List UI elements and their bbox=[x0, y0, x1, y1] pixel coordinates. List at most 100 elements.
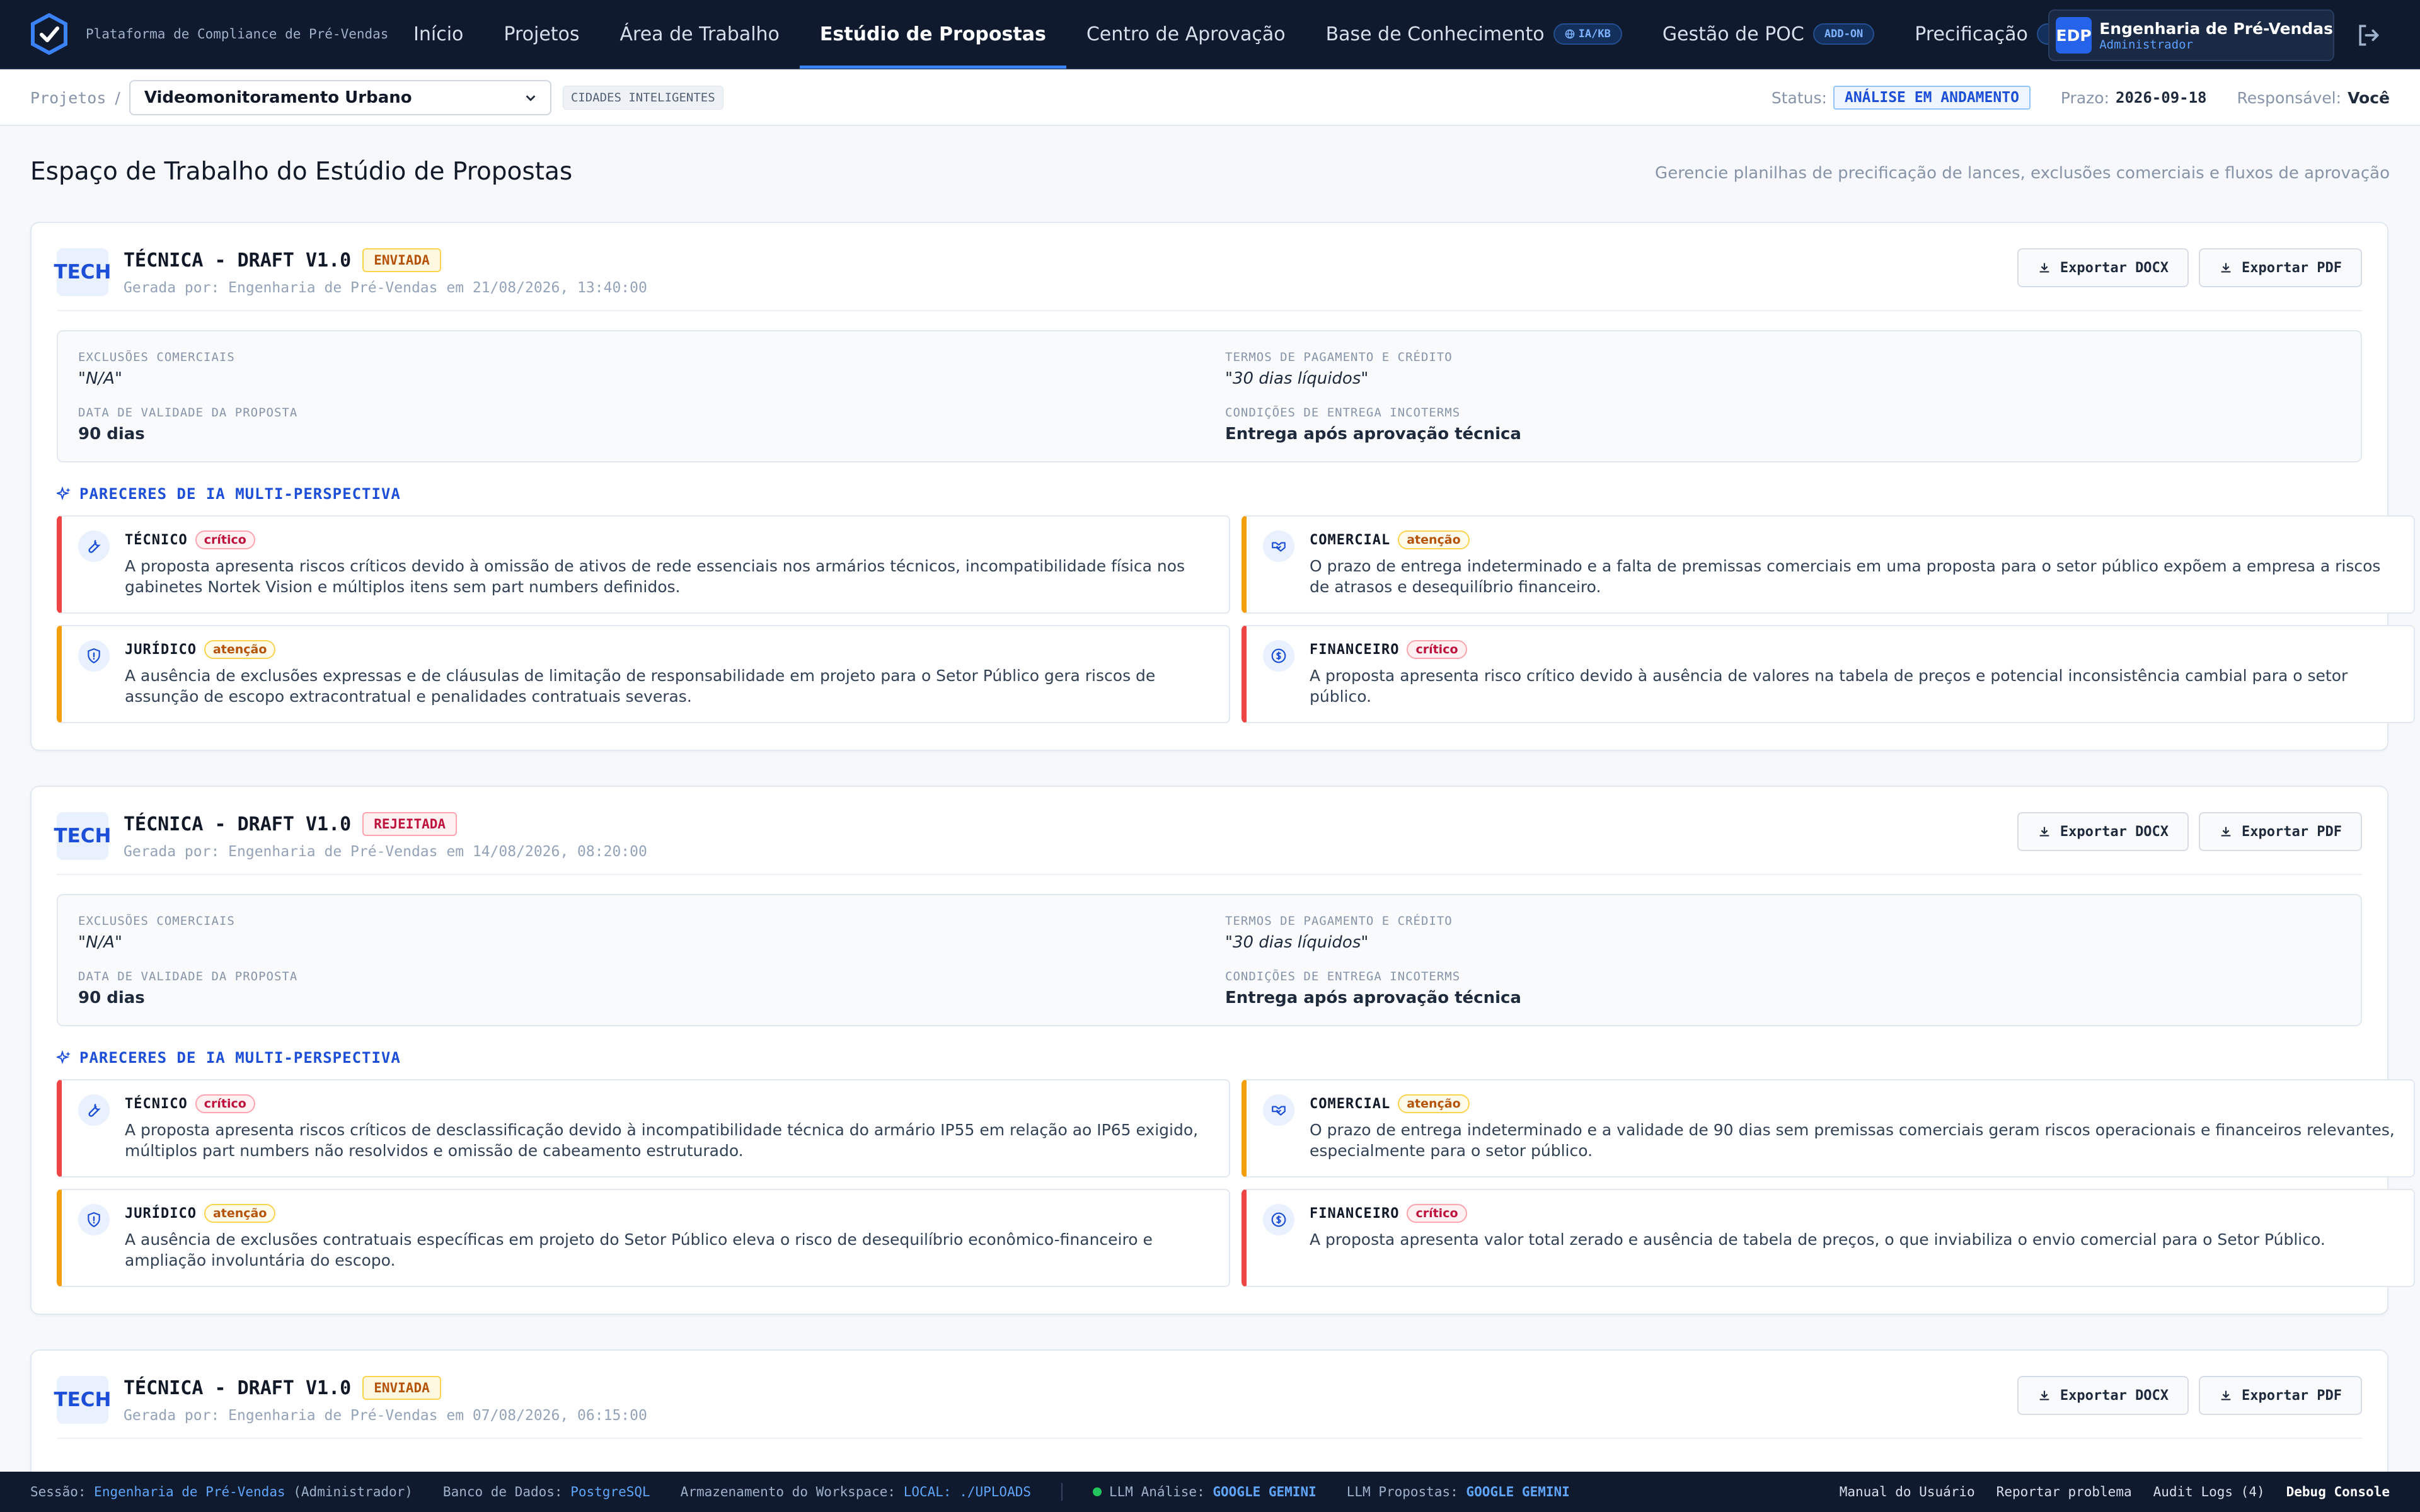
nav-item-estudio-de-propostas[interactable]: Estúdio de Propostas bbox=[799, 0, 1066, 69]
globe-icon bbox=[1565, 29, 1574, 39]
brand: Plataforma de Compliance de Pré-Vendas bbox=[30, 13, 388, 55]
validity-label: DATA DE VALIDADE DA PROPOSTA bbox=[78, 970, 298, 983]
opinion-text: A proposta apresenta risco crítico devid… bbox=[1310, 667, 2348, 706]
delivery-value: Entrega após aprovação técnica bbox=[1225, 425, 1521, 444]
nav-label: Base de Conhecimento bbox=[1325, 23, 1545, 45]
ai-opinions-title: PARECERES DE IA MULTI-PERSPECTIVA bbox=[79, 485, 401, 503]
project-select[interactable]: Videomonitoramento Urbano bbox=[129, 80, 551, 115]
validity-label: DATA DE VALIDADE DA PROPOSTA bbox=[78, 406, 298, 420]
user-name: Engenharia de Pré-Vendas bbox=[2099, 19, 2333, 38]
nav-item-base-de-conhecimento[interactable]: Base de Conhecimento IA/KB bbox=[1306, 0, 1642, 69]
dollar-icon bbox=[1263, 1204, 1294, 1235]
nav-label: Início bbox=[413, 23, 464, 45]
nav-label: Estúdio de Propostas bbox=[819, 23, 1046, 45]
opinion-tecnico: TÉCNICO crítico A proposta apresenta ris… bbox=[57, 1079, 1230, 1177]
delivery-label: CONDIÇÕES DE ENTREGA INCOTERMS bbox=[1225, 970, 1461, 983]
opinion-area: JURÍDICO bbox=[125, 1205, 197, 1222]
export-docx-button[interactable]: Exportar DOCX bbox=[2017, 1376, 2189, 1415]
delivery-label: CONDIÇÕES DE ENTREGA INCOTERMS bbox=[1225, 406, 1461, 420]
session-info: Sessão: Engenharia de Pré-Vendas (Admini… bbox=[30, 1484, 413, 1499]
opinion-juridico: JURÍDICO atenção A ausência de exclusões… bbox=[57, 1189, 1230, 1287]
shield-icon bbox=[78, 1204, 110, 1235]
project-meta: Status: ANÁLISE EM ANDAMENTO Prazo: 2026… bbox=[1772, 86, 2390, 110]
logout-icon[interactable] bbox=[2354, 21, 2382, 49]
nav-label: Precificação bbox=[1915, 23, 2028, 45]
export-pdf-label: Exportar PDF bbox=[2242, 260, 2342, 276]
nav-item-gestao-de-poc[interactable]: Gestão de POC ADD-ON bbox=[1642, 0, 1894, 69]
export-docx-button[interactable]: Exportar DOCX bbox=[2017, 248, 2189, 287]
page-title: Espaço de Trabalho do Estúdio de Propost… bbox=[30, 158, 573, 186]
sparkles-icon bbox=[57, 486, 71, 501]
export-docx-label: Exportar DOCX bbox=[2060, 260, 2169, 276]
opinion-text: A proposta apresenta riscos críticos dev… bbox=[125, 557, 1185, 596]
ai-opinions-heading: PARECERES DE IA MULTI-PERSPECTIVA bbox=[57, 485, 2362, 503]
page-description: Gerencie planilhas de precificação de la… bbox=[1655, 164, 2390, 183]
opinion-financeiro: FINANCEIRO crítico A proposta apresenta … bbox=[1242, 625, 2415, 723]
llm-analysis-info: LLM Análise: GOOGLE GEMINI bbox=[1109, 1484, 1317, 1499]
opinion-comercial: COMERCIAL atenção O prazo de entrega ind… bbox=[1242, 515, 2415, 614]
footer-links: Manual do Usuário Reportar problema Audi… bbox=[1840, 1484, 2390, 1499]
export-docx-button[interactable]: Exportar DOCX bbox=[2017, 812, 2189, 851]
platform-name: Plataforma de Compliance de Pré-Vendas bbox=[86, 26, 389, 42]
audit-logs-link[interactable]: Audit Logs (4) bbox=[2153, 1484, 2265, 1499]
download-icon bbox=[2039, 263, 2049, 273]
download-icon bbox=[2039, 1390, 2049, 1400]
export-pdf-label: Exportar PDF bbox=[2242, 1387, 2342, 1404]
tag-label: IA/KB bbox=[1578, 28, 1611, 40]
db-value: PostgreSQL bbox=[570, 1484, 650, 1499]
debug-console-link[interactable]: Debug Console bbox=[2286, 1484, 2390, 1499]
breadcrumb-projetos[interactable]: Projetos bbox=[30, 89, 106, 107]
db-label: Banco de Dados: bbox=[442, 1484, 563, 1499]
severity-badge: crítico bbox=[195, 530, 255, 549]
ai-opinions-title: PARECERES DE IA MULTI-PERSPECTIVA bbox=[79, 1049, 401, 1067]
payment-label: TERMOS DE PAGAMENTO E CRÉDITO bbox=[1225, 350, 1453, 364]
opinion-text: O prazo de entrega indeterminado e a fal… bbox=[1310, 557, 2381, 596]
proposal-state-badge: ENVIADA bbox=[362, 1376, 441, 1400]
tech-badge: TECH bbox=[54, 1376, 112, 1424]
status-badge: ANÁLISE EM ANDAMENTO bbox=[1833, 86, 2031, 110]
owner-label: Responsável: bbox=[2237, 88, 2342, 107]
payment-value: "30 dias líquidos" bbox=[1225, 369, 1369, 388]
tech-badge: TECH bbox=[54, 812, 112, 860]
exclusions-value: "N/A" bbox=[78, 369, 122, 388]
llm-analysis-value: GOOGLE GEMINI bbox=[1213, 1484, 1317, 1499]
deadline-label: Prazo: bbox=[2060, 88, 2109, 107]
wrench-icon bbox=[78, 1094, 110, 1126]
proposal-state-badge: ENVIADA bbox=[362, 248, 441, 272]
exclusions-value: "N/A" bbox=[78, 933, 122, 952]
export-pdf-button[interactable]: Exportar PDF bbox=[2199, 812, 2362, 851]
payment-value: "30 dias líquidos" bbox=[1225, 933, 1369, 952]
storage-label: Armazenamento do Workspace: bbox=[680, 1484, 896, 1499]
nav-item-inicio[interactable]: Início bbox=[393, 0, 483, 69]
proposal-title: TÉCNICA - DRAFT V1.0 bbox=[124, 1377, 352, 1399]
ia-kb-tag: IA/KB bbox=[1553, 23, 1622, 45]
llm-analysis-label: LLM Análise: bbox=[1109, 1484, 1205, 1499]
severity-badge: crítico bbox=[1407, 640, 1467, 659]
chevron-down-icon bbox=[526, 95, 536, 101]
nav-item-centro-de-aprovacao[interactable]: Centro de Aprovação bbox=[1066, 0, 1306, 69]
nav-item-projetos[interactable]: Projetos bbox=[483, 0, 599, 69]
storage-value: LOCAL: ./UPLOADS bbox=[903, 1484, 1031, 1499]
export-pdf-button[interactable]: Exportar PDF bbox=[2199, 1376, 2362, 1415]
payment-label: TERMOS DE PAGAMENTO E CRÉDITO bbox=[1225, 914, 1453, 928]
commercial-terms: EXCLUSÕES COMERCIAIS "N/A" TERMOS DE PAG… bbox=[57, 894, 2362, 1026]
user-manual-link[interactable]: Manual do Usuário bbox=[1840, 1484, 1975, 1499]
export-pdf-button[interactable]: Exportar PDF bbox=[2199, 248, 2362, 287]
session-user[interactable]: Engenharia de Pré-Vendas bbox=[94, 1484, 285, 1499]
opinion-area: TÉCNICO bbox=[125, 532, 188, 548]
opinion-financeiro: FINANCEIRO crítico A proposta apresenta … bbox=[1242, 1189, 2415, 1287]
report-problem-link[interactable]: Reportar problema bbox=[1997, 1484, 2132, 1499]
online-status-dot-icon bbox=[1093, 1487, 1102, 1496]
user-menu[interactable]: EDP Engenharia de Pré-Vendas Administrad… bbox=[2048, 9, 2334, 61]
validity-value: 90 dias bbox=[78, 425, 145, 444]
proposal-card: TECH TÉCNICA - DRAFT V1.0 ENVIADA Gerada… bbox=[30, 222, 2415, 751]
opinion-juridico: JURÍDICO atenção A ausência de exclusões… bbox=[57, 625, 1230, 723]
download-icon bbox=[2221, 1390, 2231, 1400]
database-info: Banco de Dados: PostgreSQL bbox=[443, 1484, 650, 1499]
shield-check-logo-icon[interactable] bbox=[30, 13, 68, 55]
main-nav: Início Projetos Área de Trabalho Estúdio… bbox=[393, 0, 2118, 69]
nav-item-area-de-trabalho[interactable]: Área de Trabalho bbox=[600, 0, 800, 69]
proposal-title: TÉCNICA - DRAFT V1.0 bbox=[124, 249, 352, 272]
opinion-area: JURÍDICO bbox=[125, 641, 197, 658]
proposal-generated-info: Gerada por: Engenharia de Pré-Vendas em … bbox=[124, 280, 647, 296]
